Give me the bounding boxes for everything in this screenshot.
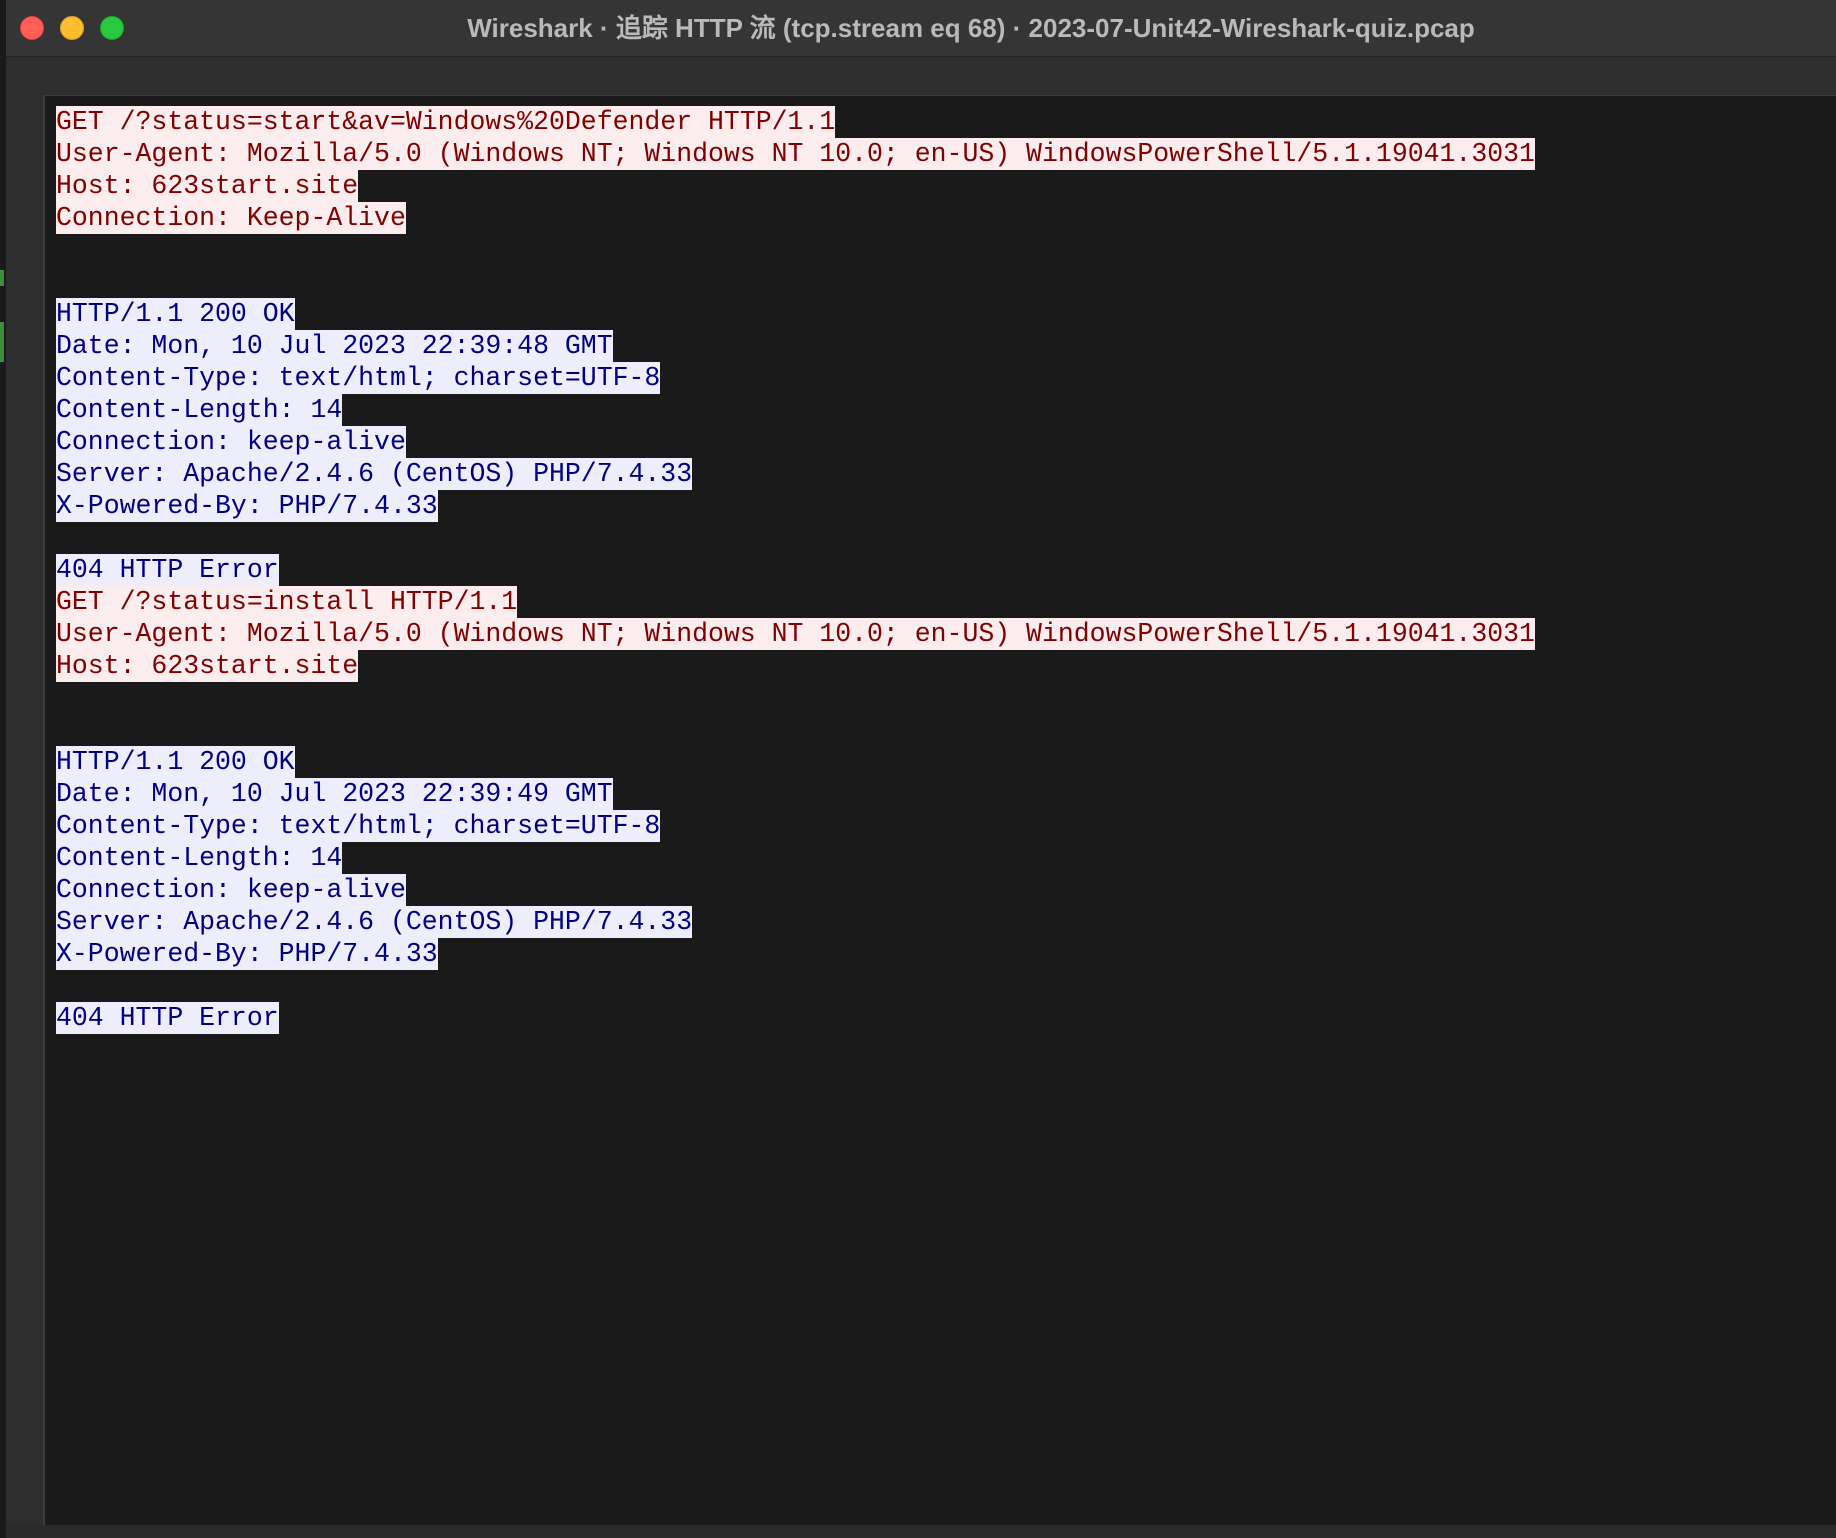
stream-line-text: Connection: keep-alive [56,874,406,906]
zoom-icon[interactable] [100,16,124,40]
server-response-line: Server: Apache/2.4.6 (CentOS) PHP/7.4.33 [56,458,1535,490]
stream-line-text: User-Agent: Mozilla/5.0 (Windows NT; Win… [56,618,1535,650]
background-window-edge [0,0,6,1538]
server-response-line: HTTP/1.1 200 OK [56,298,1535,330]
stream-line-text: X-Powered-By: PHP/7.4.33 [56,938,438,970]
server-response-line: X-Powered-By: PHP/7.4.33 [56,490,1535,522]
client-request-line: Connection: Keep-Alive [56,202,1535,234]
stream-line-text: GET /?status=start&av=Windows%20Defender… [56,106,836,138]
client-request-line: GET /?status=install HTTP/1.1 [56,586,1535,618]
stream-line-text: Connection: Keep-Alive [56,202,406,234]
server-response-line: Content-Type: text/html; charset=UTF-8 [56,810,1535,842]
stream-line-text: 404 HTTP Error [56,554,279,586]
client-request-line: User-Agent: Mozilla/5.0 (Windows NT; Win… [56,618,1535,650]
stream-line-text: Content-Length: 14 [56,394,343,426]
background-marker [0,270,4,286]
server-response-line: HTTP/1.1 200 OK [56,746,1535,778]
server-response-line: X-Powered-By: PHP/7.4.33 [56,938,1535,970]
stream-line-text: Server: Apache/2.4.6 (CentOS) PHP/7.4.33 [56,906,693,938]
server-response-line: Date: Mon, 10 Jul 2023 22:39:48 GMT [56,330,1535,362]
stream-line-text: Host: 623start.site [56,650,359,682]
server-response-line: Date: Mon, 10 Jul 2023 22:39:49 GMT [56,778,1535,810]
stream-line-text: HTTP/1.1 200 OK [56,746,295,778]
stream-line-text: Connection: keep-alive [56,426,406,458]
bottom-edge [6,1525,1836,1538]
stream-line-text: X-Powered-By: PHP/7.4.33 [56,490,438,522]
client-request-line: User-Agent: Mozilla/5.0 (Windows NT; Win… [56,138,1535,170]
stream-text[interactable]: GET /?status=start&av=Windows%20Defender… [56,106,1535,1034]
server-response-line: Content-Length: 14 [56,394,1535,426]
stream-line-text: Host: 623start.site [56,170,359,202]
wireshark-follow-stream-window: Wireshark · 追踪 HTTP 流 (tcp.stream eq 68)… [0,0,1836,1538]
stream-line-text: GET /?status=install HTTP/1.1 [56,586,518,618]
stream-line-text: 404 HTTP Error [56,1002,279,1034]
stream-line-text: Server: Apache/2.4.6 (CentOS) PHP/7.4.33 [56,458,693,490]
server-response-line: Connection: keep-alive [56,874,1535,906]
background-marker [0,322,4,362]
client-request-line: GET /?status=start&av=Windows%20Defender… [56,106,1535,138]
server-response-line: Connection: keep-alive [56,426,1535,458]
client-request-line: Host: 623start.site [56,650,1535,682]
stream-line-text: Date: Mon, 10 Jul 2023 22:39:48 GMT [56,330,613,362]
server-response-line: Content-Length: 14 [56,842,1535,874]
stream-line-text: HTTP/1.1 200 OK [56,298,295,330]
client-request-line: Host: 623start.site [56,170,1535,202]
minimize-icon[interactable] [60,16,84,40]
window-title: Wireshark · 追踪 HTTP 流 (tcp.stream eq 68)… [467,13,1475,43]
stream-line-text: Content-Type: text/html; charset=UTF-8 [56,810,661,842]
server-response-line: Server: Apache/2.4.6 (CentOS) PHP/7.4.33 [56,906,1535,938]
stream-content-view[interactable]: GET /?status=start&av=Windows%20Defender… [43,95,1836,1525]
stream-line-text: User-Agent: Mozilla/5.0 (Windows NT; Win… [56,138,1535,170]
stream-line-text: Content-Type: text/html; charset=UTF-8 [56,362,661,394]
stream-line-text: Content-Length: 14 [56,842,343,874]
server-response-line: 404 HTTP Error [56,554,1535,586]
stream-line-text: Date: Mon, 10 Jul 2023 22:39:49 GMT [56,778,613,810]
server-response-line: 404 HTTP Error [56,1002,1535,1034]
title-bar[interactable]: Wireshark · 追踪 HTTP 流 (tcp.stream eq 68)… [6,0,1836,57]
header-area [6,57,1836,95]
close-icon[interactable] [20,16,44,40]
server-response-line: Content-Type: text/html; charset=UTF-8 [56,362,1535,394]
